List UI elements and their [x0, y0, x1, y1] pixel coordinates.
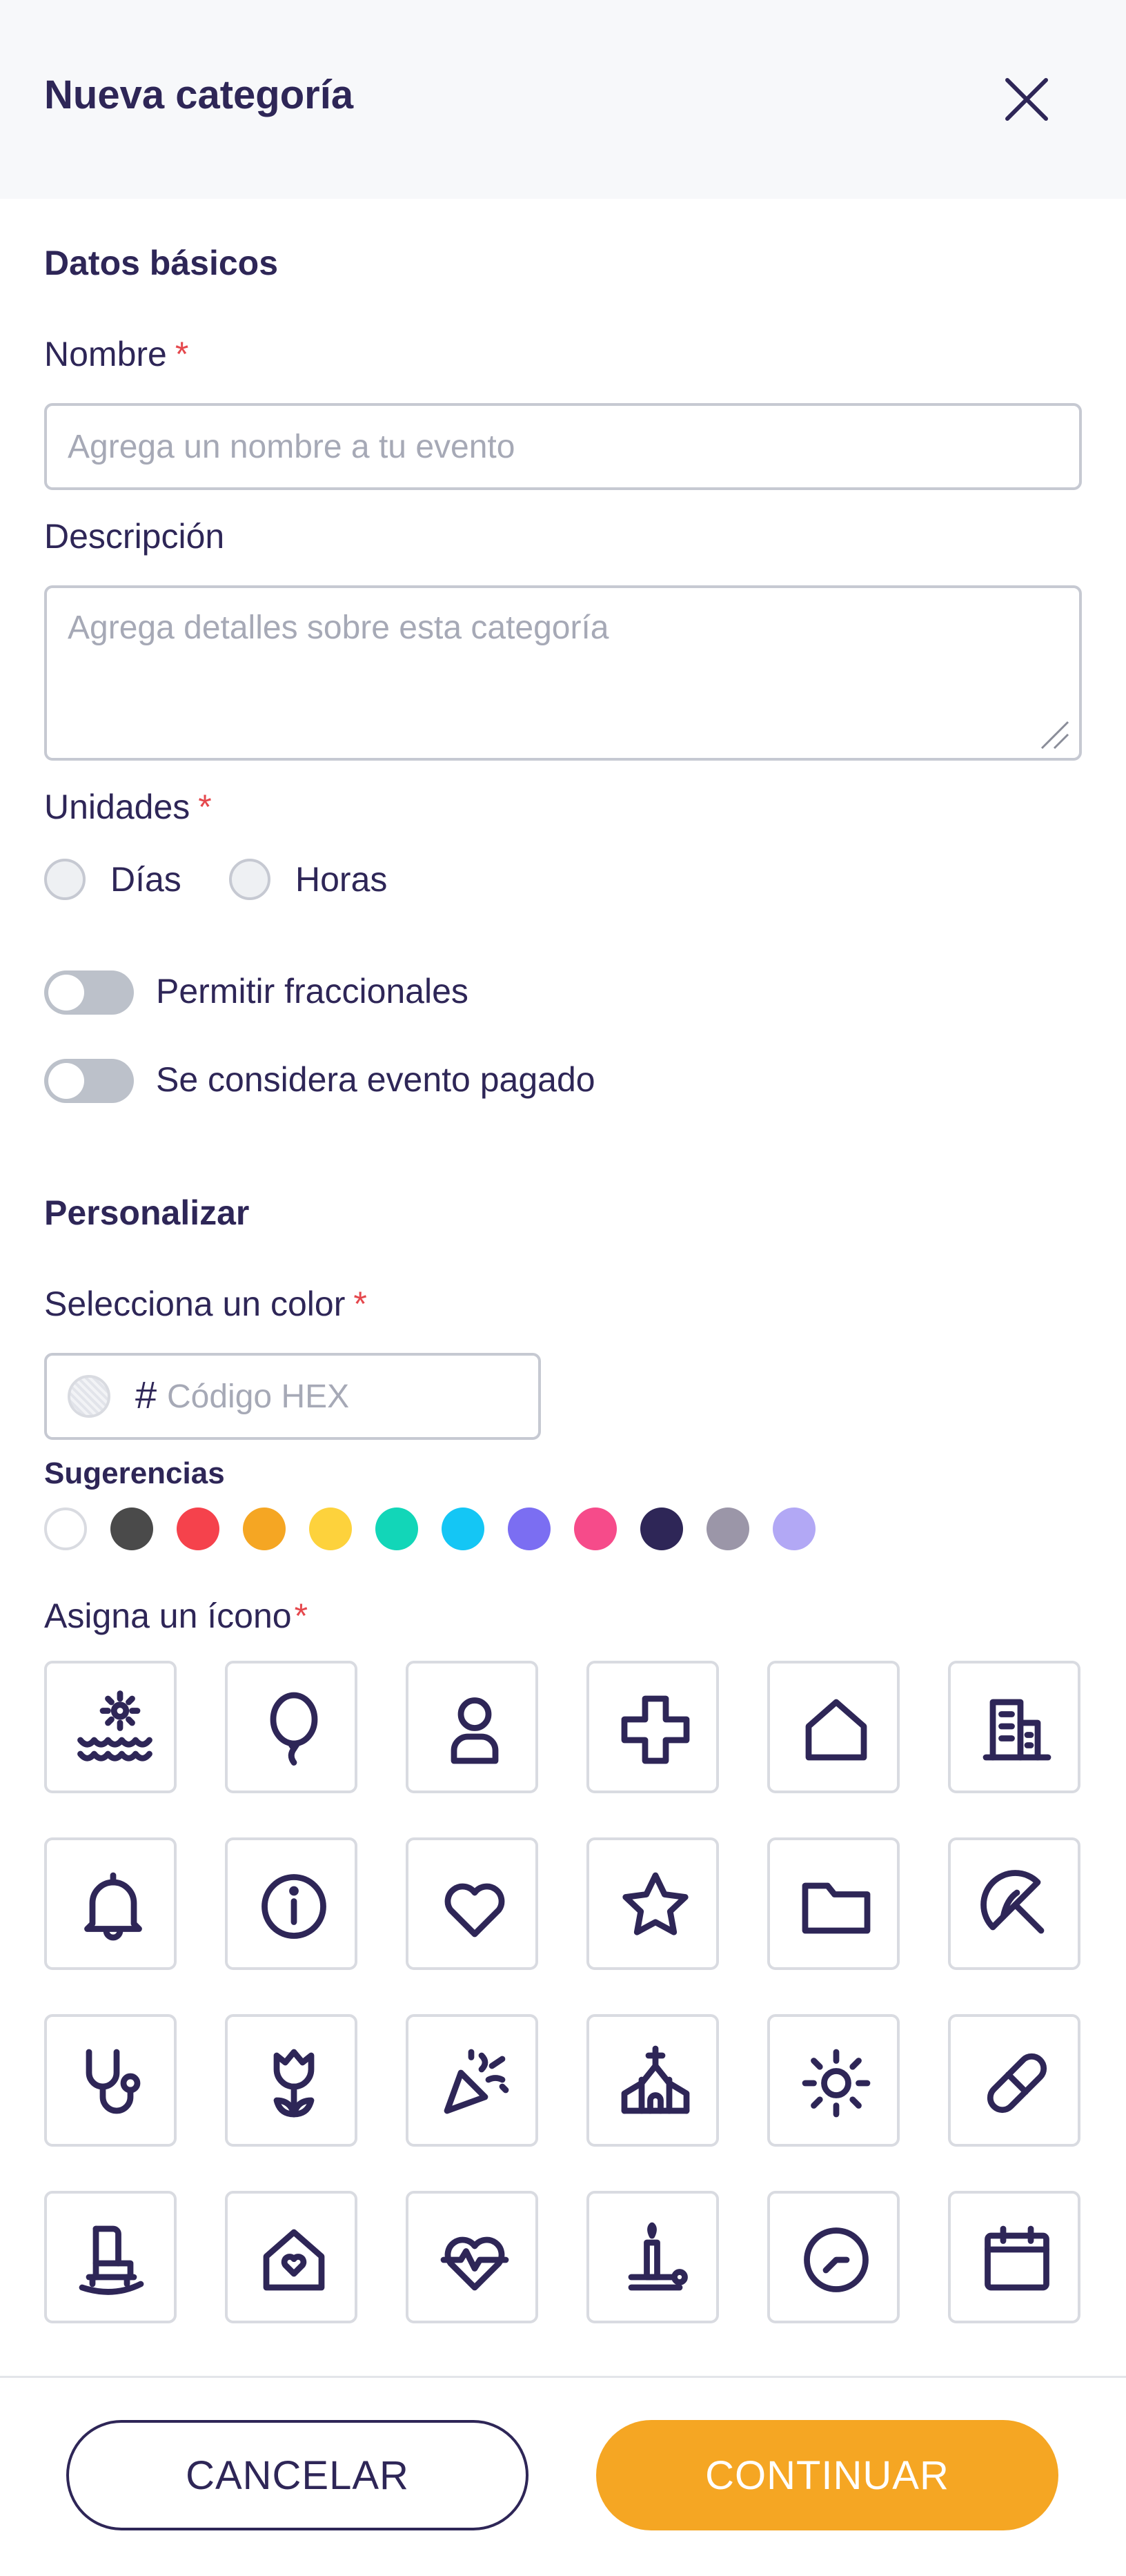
icon-option[interactable]	[406, 1837, 538, 1970]
tulip-icon	[273, 2049, 315, 2118]
icon-option[interactable]	[406, 2014, 538, 2147]
building-icon	[982, 1699, 1051, 1761]
rocking-chair-icon	[79, 2225, 144, 2295]
stethoscope-icon	[86, 2049, 141, 2114]
radio-horas[interactable]	[229, 859, 270, 900]
required-mark: *	[294, 1597, 308, 1635]
resize-handle-icon[interactable]	[1038, 718, 1072, 752]
icon-label-text: Asigna un ícono	[44, 1597, 292, 1635]
color-swatch[interactable]	[243, 1507, 286, 1550]
color-swatch[interactable]	[44, 1507, 87, 1550]
icon-option[interactable]	[948, 1837, 1080, 1970]
toggle-knob	[48, 1063, 84, 1099]
heart-icon	[444, 1883, 505, 1938]
name-label: Nombre *	[44, 334, 188, 374]
icon-option[interactable]	[225, 2014, 357, 2147]
name-label-text: Nombre	[44, 335, 167, 373]
icon-option[interactable]	[44, 1837, 177, 1970]
pill-icon	[987, 2053, 1047, 2114]
icon-option[interactable]	[44, 2014, 177, 2147]
toggle-knob	[48, 975, 84, 1011]
radio-horas-label[interactable]: Horas	[295, 859, 387, 899]
medical-cross-icon	[621, 1695, 690, 1764]
church-icon	[621, 2045, 690, 2114]
color-swatch[interactable]	[508, 1507, 551, 1550]
color-swatch[interactable]	[375, 1507, 418, 1550]
icon-option[interactable]	[406, 1661, 538, 1793]
color-label: Selecciona un color *	[44, 1284, 367, 1324]
required-mark: *	[175, 335, 189, 373]
color-swatch[interactable]	[177, 1507, 219, 1550]
toggle-evento-pagado[interactable]	[44, 1059, 134, 1103]
radio-dias-label[interactable]: Días	[110, 859, 181, 899]
modal-title: Nueva categoría	[44, 72, 354, 117]
icon-option[interactable]	[586, 1837, 719, 1970]
hex-color-field[interactable]: #	[44, 1353, 541, 1440]
footer-divider	[0, 2376, 1126, 2378]
color-swatch[interactable]	[707, 1507, 749, 1550]
color-swatch[interactable]	[574, 1507, 617, 1550]
color-swatch[interactable]	[640, 1507, 683, 1550]
icon-option[interactable]	[767, 2014, 900, 2147]
icon-label: Asigna un ícono*	[44, 1596, 308, 1636]
icon-option[interactable]	[948, 2191, 1080, 2323]
icon-option[interactable]	[44, 1661, 177, 1793]
close-icon[interactable]	[999, 72, 1054, 127]
house-icon	[805, 1699, 867, 1761]
color-label-text: Selecciona un color	[44, 1285, 346, 1323]
balloon-icon	[270, 1692, 318, 1766]
cancel-button[interactable]: CANCELAR	[66, 2420, 529, 2530]
continue-button[interactable]: CONTINUAR	[596, 2420, 1058, 2530]
calendar-icon	[985, 2225, 1049, 2291]
star-icon	[622, 1872, 689, 1935]
icon-option[interactable]	[406, 2191, 538, 2323]
icon-option[interactable]	[225, 1661, 357, 1793]
icon-option[interactable]	[586, 2014, 719, 2147]
umbrella-icon	[980, 1870, 1045, 1934]
radio-dias[interactable]	[44, 859, 86, 900]
icon-option[interactable]	[767, 1661, 900, 1793]
color-preview-swatch	[68, 1375, 110, 1418]
hash-symbol: #	[135, 1373, 157, 1416]
required-mark: *	[198, 788, 212, 826]
section-basic-title: Datos básicos	[44, 244, 279, 282]
icon-option[interactable]	[586, 2191, 719, 2323]
icon-option[interactable]	[948, 2014, 1080, 2147]
clock-icon	[804, 2227, 869, 2292]
section-customize-title: Personalizar	[44, 1193, 250, 1232]
sunrise-water-icon	[77, 1690, 152, 1762]
icon-option[interactable]	[767, 1837, 900, 1970]
bell-icon	[84, 1872, 142, 1941]
description-label: Descripción	[44, 517, 225, 556]
person-icon	[451, 1697, 499, 1764]
toggle-fraccionales[interactable]	[44, 970, 134, 1015]
color-swatch[interactable]	[442, 1507, 484, 1550]
sun-icon	[802, 2049, 871, 2118]
toggle-evento-pagado-label: Se considera evento pagado	[156, 1060, 595, 1099]
units-label: Unidades *	[44, 787, 212, 827]
candle-icon	[628, 2222, 688, 2291]
folder-icon	[802, 1882, 871, 1934]
icon-option[interactable]	[225, 1837, 357, 1970]
icon-option[interactable]	[44, 2191, 177, 2323]
units-label-text: Unidades	[44, 788, 190, 826]
home-heart-icon	[263, 2229, 325, 2291]
color-swatch[interactable]	[773, 1507, 816, 1550]
toggle-fraccionales-label: Permitir fraccionales	[156, 972, 468, 1011]
info-icon	[261, 1874, 326, 1939]
party-popper-icon	[444, 2049, 509, 2114]
color-swatch[interactable]	[309, 1507, 352, 1550]
icon-option[interactable]	[948, 1661, 1080, 1793]
hex-input[interactable]	[164, 1363, 523, 1430]
modal-header: Nueva categoría	[0, 0, 1126, 199]
heartbeat-icon	[440, 2236, 509, 2291]
icon-option[interactable]	[225, 2191, 357, 2323]
color-swatch[interactable]	[110, 1507, 153, 1550]
name-input[interactable]	[44, 403, 1082, 490]
icon-option[interactable]	[767, 2191, 900, 2323]
icon-option[interactable]	[586, 1661, 719, 1793]
required-mark: *	[353, 1285, 367, 1323]
suggestions-label: Sugerencias	[44, 1456, 225, 1490]
description-textarea[interactable]	[44, 585, 1082, 761]
